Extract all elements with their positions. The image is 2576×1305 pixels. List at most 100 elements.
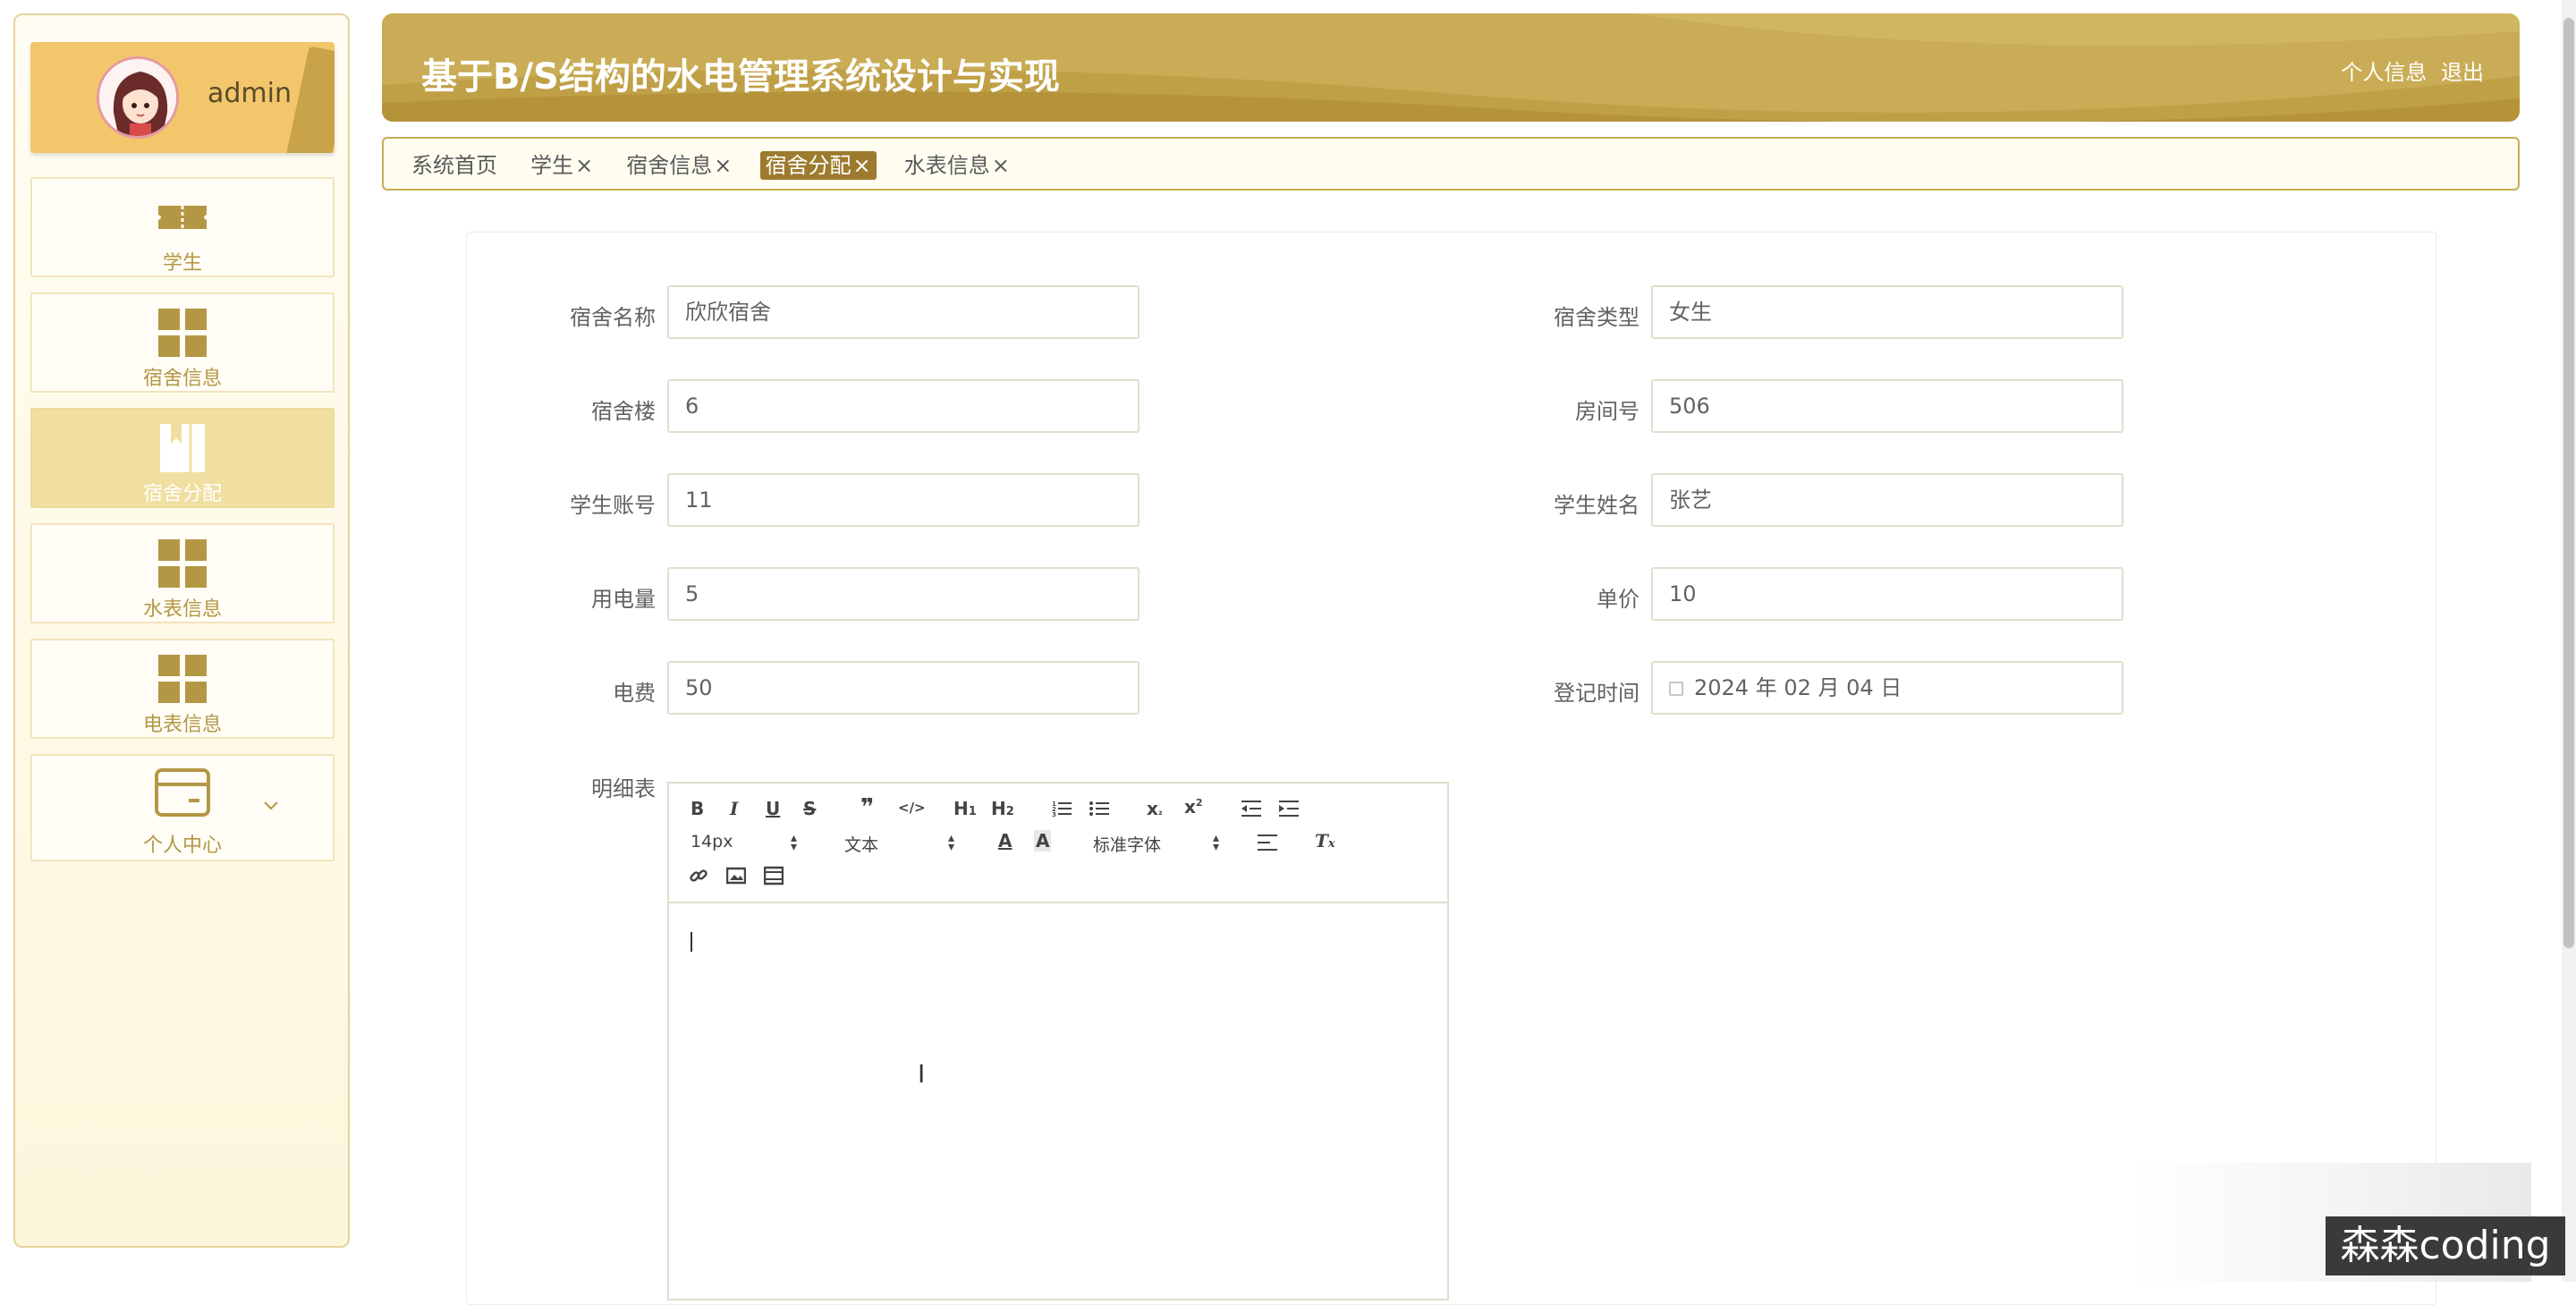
tab-close-icon[interactable]: × (992, 153, 1010, 178)
sidebar-item-personal-center[interactable]: 个人中心 (30, 754, 335, 861)
unit-price-label: 单价 (1597, 587, 1640, 612)
sidebar-item-label: 宿舍信息 (142, 368, 222, 390)
select-arrows-icon: ▴ ▾ (1213, 831, 1220, 854)
blockquote-icon[interactable]: ❞ (860, 794, 874, 821)
code-icon[interactable]: </> (898, 800, 926, 816)
room-no-label: 房间号 (1575, 399, 1640, 424)
tab-home[interactable]: 系统首页 (406, 151, 503, 180)
tab-close-icon[interactable]: × (714, 153, 732, 178)
scrollbar-thumb[interactable] (2563, 18, 2574, 948)
tab-dorm-info[interactable]: 宿舍信息× (621, 151, 737, 180)
select-arrows-icon: ▴ ▾ (948, 831, 955, 854)
sidebar-item-power-meter[interactable]: 电表信息 (30, 639, 335, 739)
grid-icon (158, 655, 207, 703)
tab-label: 系统首页 (411, 153, 497, 178)
indent-icon[interactable] (1279, 800, 1299, 818)
book-icon (160, 424, 205, 472)
dorm-type-field[interactable]: 女生 (1651, 285, 2123, 339)
details-label: 明细表 (591, 776, 656, 801)
sidebar-item-students[interactable]: 学生 (30, 177, 335, 277)
username: admin (208, 78, 292, 109)
logout-link[interactable]: 退出 (2441, 60, 2484, 85)
sidebar-item-label: 电表信息 (142, 714, 222, 736)
font-size-select[interactable]: 14px ▴ ▾ (691, 832, 807, 853)
underline-icon[interactable]: U (766, 798, 780, 819)
video-icon[interactable] (764, 866, 784, 886)
tab-students[interactable]: 学生× (525, 151, 598, 180)
tab-water-meter[interactable]: 水表信息× (899, 151, 1015, 180)
sidebar: admin 学生 宿舍信息 宿舍分配 水表信息 电表信息 个人中心 (13, 13, 350, 1248)
page-scrollbar[interactable] (2562, 0, 2576, 1282)
dorm-name-label: 宿舍名称 (570, 305, 656, 330)
register-time-label: 登记时间 (1554, 681, 1640, 706)
font-family-select[interactable]: 标准字体 ▴ ▾ (1093, 832, 1227, 856)
background-color-icon[interactable]: A (1034, 830, 1052, 852)
header-links: 个人信息 退出 (2334, 55, 2484, 86)
tab-label: 宿舍信息 (626, 153, 713, 178)
sidebar-item-label: 水表信息 (142, 598, 222, 621)
image-icon[interactable] (726, 866, 746, 886)
card-icon (155, 768, 210, 817)
tab-label: 学生 (530, 153, 574, 178)
sidebar-item-water-meter[interactable]: 水表信息 (30, 523, 335, 623)
power-fee-field[interactable]: 50 (667, 661, 1140, 715)
calendar-icon (1669, 682, 1683, 696)
profile-link[interactable]: 个人信息 (2341, 60, 2427, 85)
dorm-name-field[interactable]: 欣欣宿舍 (667, 285, 1140, 339)
dorm-type-label: 宿舍类型 (1554, 305, 1640, 330)
student-account-label: 学生账号 (570, 493, 656, 518)
text-cursor-icon: I (918, 1059, 926, 1089)
strikethrough-icon[interactable]: S (803, 798, 816, 819)
svg-text:3: 3 (1052, 811, 1056, 818)
sidebar-item-label: 学生 (162, 252, 202, 275)
ordered-list-icon[interactable]: 123 (1052, 800, 1072, 818)
room-no-field[interactable]: 506 (1651, 379, 2123, 433)
bullet-list-icon[interactable] (1089, 800, 1109, 818)
sidebar-item-label: 个人中心 (142, 835, 222, 857)
avatar[interactable] (97, 56, 179, 139)
tab-close-icon[interactable]: × (575, 153, 593, 178)
grid-icon (158, 309, 207, 357)
grid-icon (158, 539, 207, 588)
editor-content-area[interactable] (669, 905, 1447, 1299)
sidebar-item-dorm-info[interactable]: 宿舍信息 (30, 292, 335, 393)
student-name-field[interactable]: 张艺 (1651, 473, 2123, 527)
sidebar-item-label: 宿舍分配 (142, 483, 222, 505)
page-title: 基于B/S结构的水电管理系统设计与实现 (421, 56, 1060, 97)
register-time-value: 2024 年 02 月 04 日 (1694, 675, 1902, 700)
unit-price-field[interactable]: 10 (1651, 567, 2123, 621)
text-caret (691, 932, 692, 952)
link-icon[interactable] (689, 866, 708, 886)
heading1-icon[interactable]: H1 (953, 798, 977, 819)
paragraph-select[interactable]: 文本 ▴ ▾ (844, 832, 961, 856)
tab-label: 水表信息 (903, 153, 990, 178)
power-fee-label: 电费 (613, 681, 656, 706)
outdent-icon[interactable] (1241, 800, 1261, 818)
heading2-icon[interactable]: H2 (991, 798, 1014, 819)
sidebar-item-dorm-assign[interactable]: 宿舍分配 (30, 408, 335, 508)
superscript-icon[interactable]: x2 (1184, 796, 1203, 818)
student-name-label: 学生姓名 (1554, 493, 1640, 518)
tab-bar: 系统首页 学生× 宿舍信息× 宿舍分配× 水表信息× (382, 137, 2520, 191)
paragraph-value: 文本 (844, 835, 879, 855)
register-time-field[interactable]: 2024 年 02 月 04 日 (1651, 661, 2123, 715)
font-family-value: 标准字体 (1093, 835, 1162, 855)
power-usage-field[interactable]: 5 (667, 567, 1140, 621)
clear-format-icon[interactable]: Tx (1315, 830, 1335, 852)
ticket-icon (158, 206, 207, 229)
tab-dorm-assign[interactable]: 宿舍分配× (759, 151, 877, 180)
subscript-icon[interactable]: x₂ (1147, 798, 1163, 819)
student-account-field[interactable]: 11 (667, 473, 1140, 527)
power-usage-label: 用电量 (591, 587, 656, 612)
building-field[interactable]: 6 (667, 379, 1140, 433)
rich-text-editor: B I U S ❞ </> H1 H2 123 x₂ x2 14px ▴ ▾ 文本 ▴… (667, 782, 1449, 1301)
bold-icon[interactable]: B (691, 798, 704, 819)
tab-label: 宿舍分配 (765, 153, 852, 178)
building-label: 宿舍楼 (591, 399, 656, 424)
align-icon[interactable] (1258, 834, 1277, 852)
italic-icon[interactable]: I (730, 798, 738, 819)
top-header: 基于B/S结构的水电管理系统设计与实现 个人信息 退出 (382, 13, 2520, 122)
font-color-icon[interactable]: A (998, 830, 1012, 852)
tab-close-icon[interactable]: × (853, 153, 871, 178)
chevron-down-icon[interactable] (263, 797, 279, 813)
